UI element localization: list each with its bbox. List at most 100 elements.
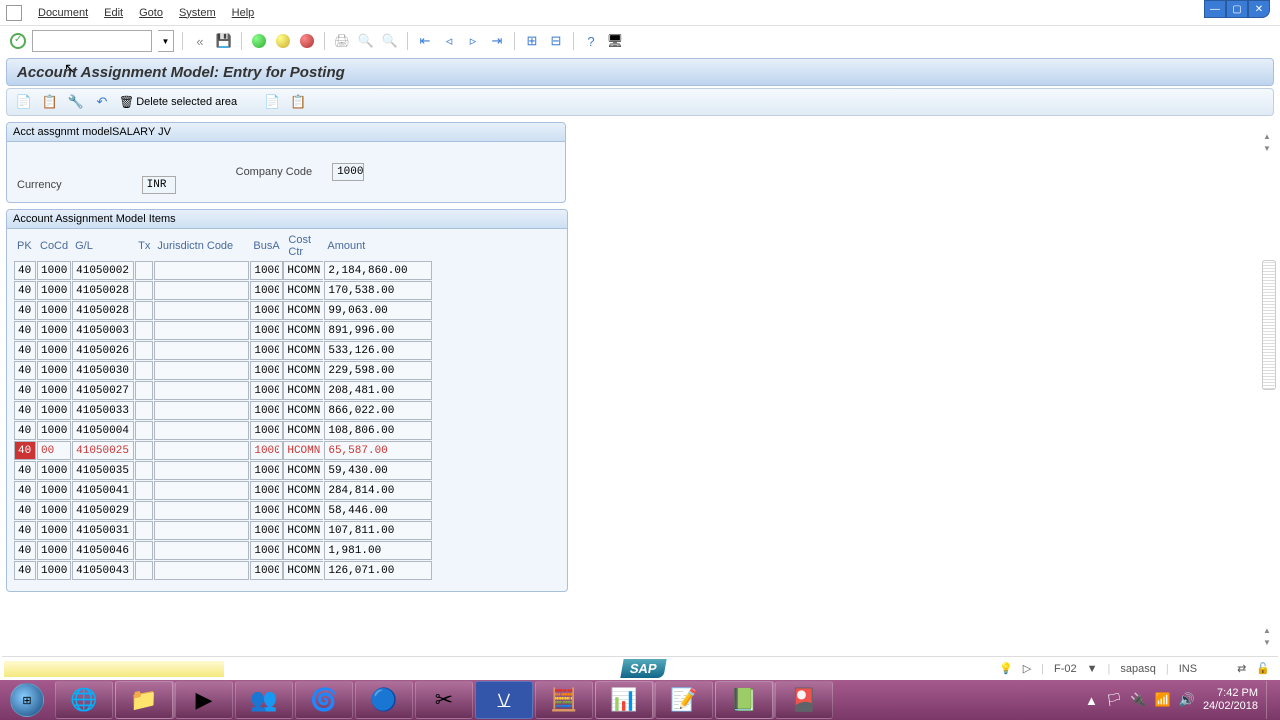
cell-input[interactable] [37,541,71,560]
prev-page-icon[interactable]: ◃ [440,32,458,50]
busa-cell[interactable] [250,421,283,440]
tray-clock[interactable]: 7:42 PM 24/02/2018 [1203,687,1258,713]
cell-input[interactable] [14,321,36,340]
busa-cell[interactable] [250,461,283,480]
task-ie[interactable]: 🌐 [55,681,113,719]
back-nav-icon[interactable] [250,32,268,50]
busa-cell[interactable] [250,321,283,340]
cell-input[interactable] [72,341,134,360]
cell-input[interactable] [154,441,249,460]
costctr-cell[interactable] [283,361,323,380]
cell-input[interactable] [14,261,36,280]
cell-input[interactable] [154,501,249,520]
scrollbar-handle[interactable] [1262,260,1276,390]
task-app2[interactable]: 🎴 [775,681,833,719]
task-media[interactable]: ▶ [175,681,233,719]
cell-input[interactable] [135,441,153,460]
first-page-icon[interactable]: ⇤ [416,32,434,50]
expand-icon[interactable]: ▷ [1023,662,1031,675]
cell-input[interactable] [135,301,153,320]
cell-input[interactable] [37,401,71,420]
cell-input[interactable] [135,321,153,340]
cell-input[interactable] [324,441,432,460]
command-field[interactable] [32,30,152,52]
cell-input[interactable] [72,521,134,540]
scroll-down-icon[interactable]: ▼ [1260,144,1274,156]
busa-cell[interactable] [250,381,283,400]
scroll-up-icon[interactable]: ▲ [1260,626,1274,638]
cell-input[interactable] [154,281,249,300]
cell-input[interactable] [14,421,36,440]
cell-input[interactable] [154,361,249,380]
table-row[interactable] [14,521,432,540]
task-sap[interactable]: 📊 [595,681,653,719]
back-icon[interactable]: « [191,32,209,50]
busa-cell[interactable] [250,401,283,420]
task-bluetooth[interactable]: ⚺ [475,681,533,719]
shortcut-icon[interactable]: ⊟ [547,32,565,50]
cell-input[interactable] [14,281,36,300]
cell-input[interactable] [154,301,249,320]
cell-input[interactable] [37,321,71,340]
copy-icon[interactable]: 📋 [41,93,59,111]
table-row[interactable] [14,401,432,420]
cell-input[interactable] [135,501,153,520]
cell-input[interactable] [37,361,71,380]
exit-icon[interactable] [274,32,292,50]
minimize-button[interactable]: — [1204,0,1226,18]
help-cue-icon[interactable]: 💡 [999,662,1013,675]
cell-input[interactable] [72,421,134,440]
cell-input[interactable] [324,381,432,400]
cell-input[interactable] [72,361,134,380]
cell-input[interactable] [154,481,249,500]
cell-input[interactable] [72,281,134,300]
costctr-cell[interactable] [283,521,323,540]
cell-input[interactable] [14,521,36,540]
costctr-cell[interactable] [283,401,323,420]
cell-input[interactable] [72,501,134,520]
costctr-cell[interactable] [283,321,323,340]
cell-input[interactable] [37,461,71,480]
layout-icon[interactable]: 🖥 [606,32,624,50]
cell-input[interactable] [154,421,249,440]
cell-input[interactable] [154,261,249,280]
costctr-cell[interactable] [283,461,323,480]
costctr-cell[interactable] [283,441,323,460]
costctr-cell[interactable] [283,541,323,560]
menu-document[interactable]: Document [38,7,88,19]
cell-input[interactable] [72,301,134,320]
cell-input[interactable] [324,501,432,520]
cell-input[interactable] [324,481,432,500]
cell-input[interactable] [135,401,153,420]
cell-input[interactable] [72,481,134,500]
busa-cell[interactable] [250,441,283,460]
busa-cell[interactable] [250,521,283,540]
costctr-cell[interactable] [283,281,323,300]
table-row[interactable] [14,461,432,480]
costctr-cell[interactable] [283,481,323,500]
costctr-cell[interactable] [283,341,323,360]
task-explorer[interactable]: 📁 [115,681,173,719]
costctr-cell[interactable] [283,501,323,520]
cell-input[interactable] [37,381,71,400]
table-row[interactable] [14,261,432,280]
cell-input[interactable] [14,481,36,500]
menu-help[interactable]: Help [232,7,255,19]
task-app1[interactable]: 🌀 [295,681,353,719]
cell-input[interactable] [14,441,36,460]
cell-input[interactable] [135,281,153,300]
cell-input[interactable] [324,401,432,420]
busa-cell[interactable] [250,501,283,520]
scroll-down-icon[interactable]: ▼ [1260,638,1274,650]
cell-input[interactable] [37,261,71,280]
costctr-cell[interactable] [283,561,323,580]
delete-selected-button[interactable]: Delete selected area [119,95,237,109]
busa-cell[interactable] [250,481,283,500]
doc-icon-1[interactable]: 📄 [263,93,281,111]
cell-input[interactable] [154,381,249,400]
cancel-icon[interactable] [298,32,316,50]
table-row[interactable] [14,541,432,560]
last-page-icon[interactable]: ⇥ [488,32,506,50]
cell-input[interactable] [14,361,36,380]
cell-input[interactable] [37,561,71,580]
